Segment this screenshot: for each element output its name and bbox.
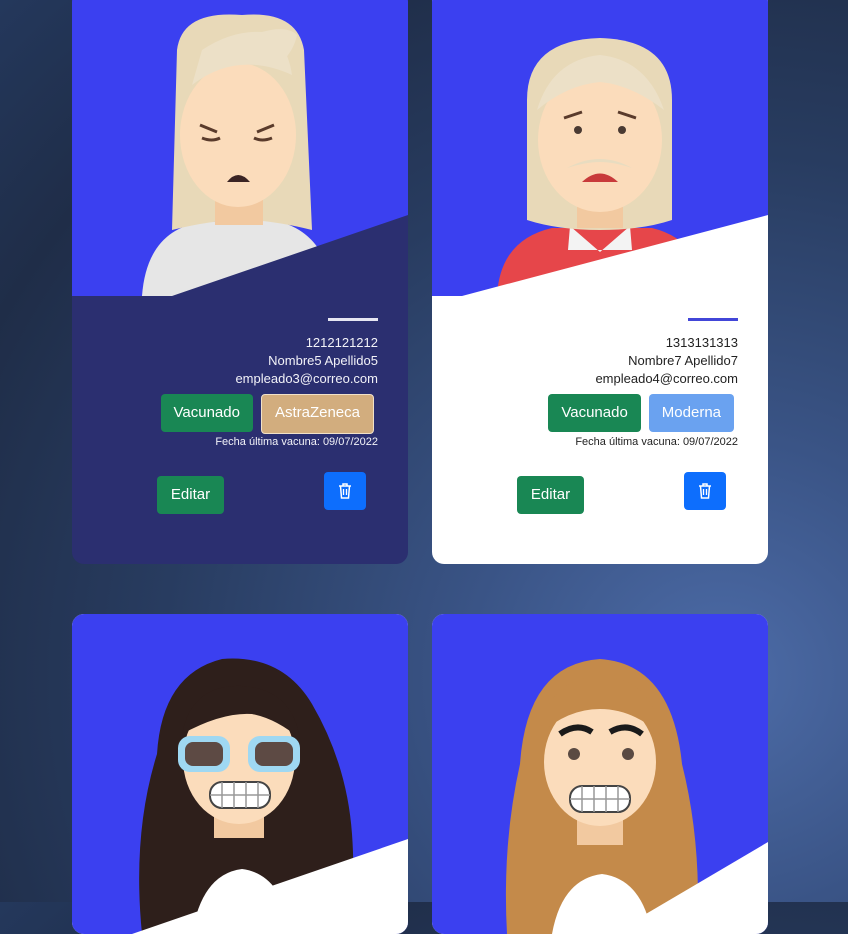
divider-bar (328, 318, 378, 321)
card-header (72, 614, 408, 934)
employee-name: Nombre5 Apellido5 (268, 353, 378, 368)
card-header (432, 614, 768, 934)
employee-card (432, 614, 768, 934)
avatar (505, 659, 768, 934)
card-header (432, 0, 768, 296)
vaccine-badges: Vacunado AstraZeneca (160, 394, 374, 434)
employee-id: 1313131313 (665, 335, 738, 350)
card-header (72, 0, 408, 296)
last-vaccine-date: Fecha última vacuna: 09/07/2022 (575, 436, 738, 448)
employee-card: 1212121212 Nombre5 Apellido5 empleado3@c… (72, 0, 408, 564)
avatar (132, 658, 408, 934)
delete-button[interactable] (684, 472, 726, 510)
vaccine-brand-badge: AstraZeneca (260, 394, 374, 434)
employee-card (72, 614, 408, 934)
vaccinated-badge: Vacunado (160, 394, 253, 432)
edit-button[interactable]: Editar (157, 476, 224, 514)
trash-icon (699, 483, 711, 499)
vaccine-badges: Vacunado Moderna (548, 394, 734, 432)
edit-button[interactable]: Editar (517, 476, 584, 514)
last-vaccine-date: Fecha última vacuna: 09/07/2022 (215, 436, 378, 448)
vaccine-brand-badge: Moderna (648, 394, 734, 432)
divider-bar (688, 318, 738, 321)
employee-name: Nombre7 Apellido7 (628, 353, 738, 368)
employee-card: 1313131313 Nombre7 Apellido7 empleado4@c… (432, 0, 768, 564)
delete-button[interactable] (324, 472, 366, 510)
employee-id: 1212121212 (305, 335, 378, 350)
trash-icon (339, 483, 351, 499)
employee-email: empleado3@correo.com (235, 371, 378, 386)
employee-email: empleado4@correo.com (595, 371, 738, 386)
avatar (462, 38, 768, 296)
vaccinated-badge: Vacunado (548, 394, 641, 432)
avatar (142, 14, 408, 296)
